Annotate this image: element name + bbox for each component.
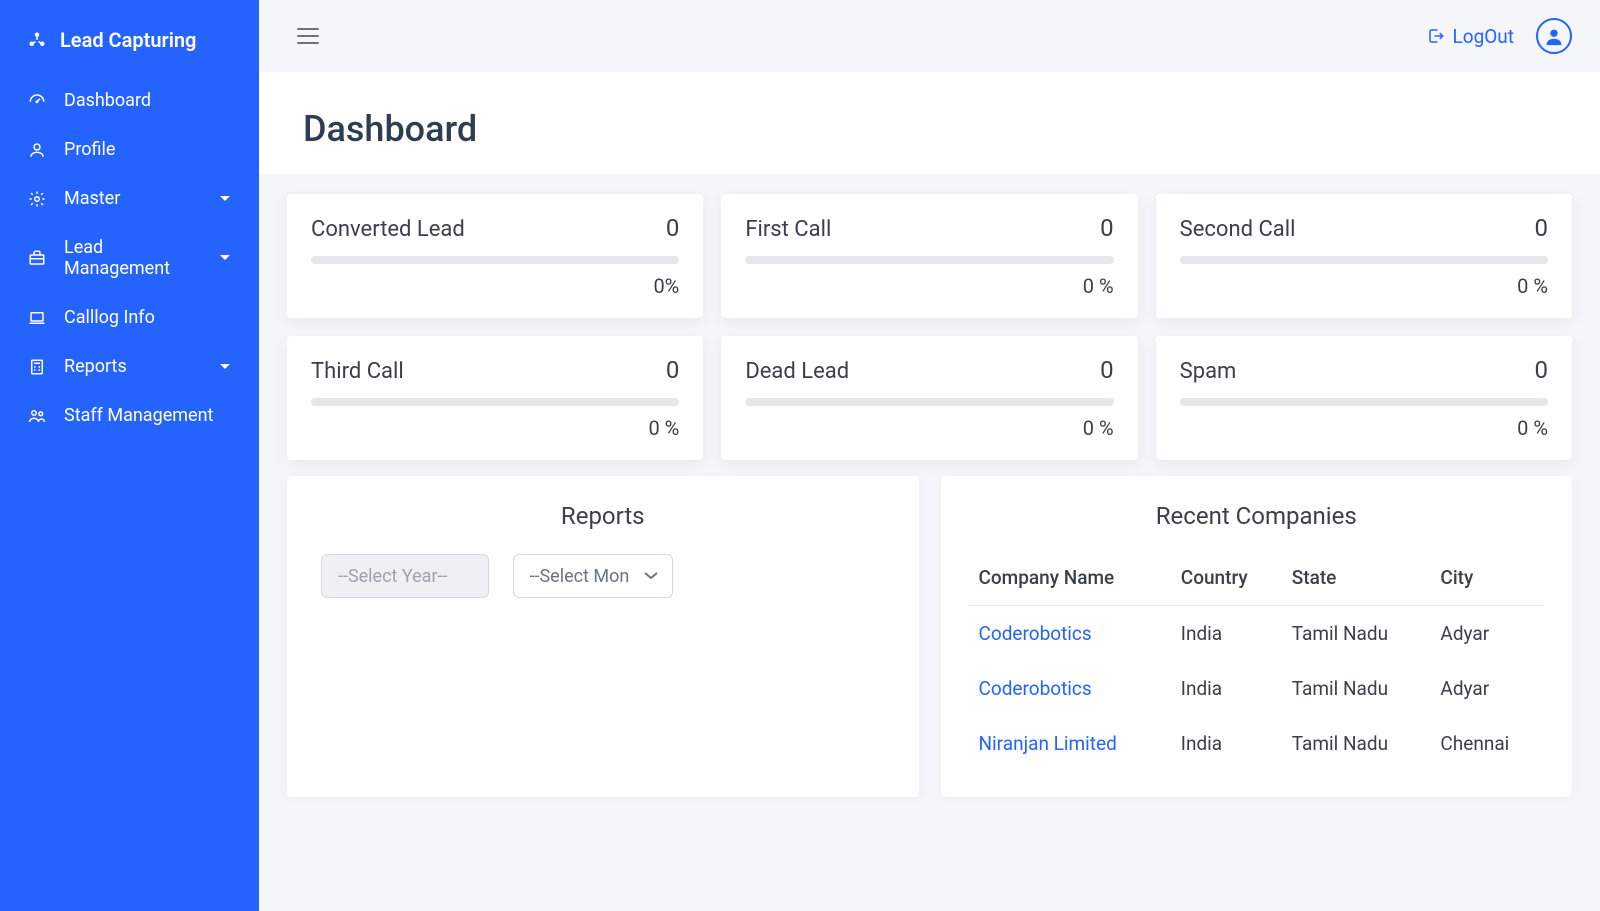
stat-label: Third Call	[311, 359, 404, 384]
company-link[interactable]: Coderobotics	[979, 677, 1092, 700]
chevron-down-icon	[219, 363, 231, 371]
stat-card-converted-lead: Converted Lead 0 0%	[287, 194, 703, 318]
cell-city: Chennai	[1430, 716, 1544, 771]
sidebar-item-label: Dashboard	[64, 90, 231, 111]
users-icon	[28, 407, 46, 425]
stat-card-dead-lead: Dead Lead 0 0 %	[721, 336, 1137, 460]
stat-percent: 0%	[311, 274, 679, 298]
stat-card-third-call: Third Call 0 0 %	[287, 336, 703, 460]
sidebar-item-calllog[interactable]: Calllog Info	[0, 293, 259, 342]
recent-companies-panel: Recent Companies Company Name Country St…	[941, 476, 1573, 797]
content-body: Converted Lead 0 0% First Call 0 0 % Secon…	[259, 174, 1600, 817]
profile-icon	[28, 141, 46, 159]
stat-progress-bar	[1180, 398, 1548, 406]
dashboard-icon	[28, 92, 46, 110]
gear-icon	[28, 190, 46, 208]
month-select[interactable]: --Select Mon	[513, 554, 673, 598]
stat-value: 0	[1535, 356, 1549, 384]
calculator-icon	[28, 358, 46, 376]
main: LogOut Dashboard Converted Lead 0 0%	[259, 0, 1600, 911]
company-link[interactable]: Niranjan Limited	[979, 732, 1117, 755]
stats-grid: Converted Lead 0 0% First Call 0 0 % Secon…	[287, 194, 1572, 460]
cell-city: Adyar	[1430, 661, 1544, 716]
chevron-down-icon	[219, 195, 231, 203]
stat-label: Converted Lead	[311, 217, 465, 242]
sidebar-item-label: Profile	[64, 139, 231, 160]
logout-button[interactable]: LogOut	[1427, 25, 1515, 48]
sidebar-item-reports[interactable]: Reports	[0, 342, 259, 391]
table-row: Coderobotics India Tamil Nadu Adyar	[969, 606, 1545, 662]
sidebar-item-dashboard[interactable]: Dashboard	[0, 76, 259, 125]
stat-value: 0	[1100, 356, 1114, 384]
logout-label: LogOut	[1453, 25, 1515, 48]
sidebar-item-label: Staff Management	[64, 405, 231, 426]
stat-percent: 0 %	[745, 274, 1113, 298]
stat-value: 0	[1100, 214, 1114, 242]
reports-panel: Reports --Select Year-- --Select Mon	[287, 476, 919, 797]
cell-state: Tamil Nadu	[1282, 661, 1431, 716]
col-company-name: Company Name	[969, 554, 1171, 606]
col-country: Country	[1171, 554, 1282, 606]
recent-companies-table: Company Name Country State City Coderobo…	[969, 554, 1545, 771]
sidebar-item-label: Calllog Info	[64, 307, 231, 328]
recent-companies-title: Recent Companies	[969, 502, 1545, 530]
stat-progress-bar	[1180, 256, 1548, 264]
sidebar-item-label: Reports	[64, 356, 205, 377]
cell-country: India	[1171, 716, 1282, 771]
stat-percent: 0 %	[1180, 416, 1548, 440]
menu-toggle-button[interactable]	[287, 18, 329, 54]
stat-percent: 0 %	[745, 416, 1113, 440]
content-header: Dashboard	[259, 72, 1600, 174]
cell-country: India	[1171, 606, 1282, 662]
chevron-down-icon	[644, 572, 658, 580]
avatar[interactable]	[1536, 18, 1572, 54]
stat-progress-bar	[311, 256, 679, 264]
year-select[interactable]: --Select Year--	[321, 554, 489, 598]
table-row: Niranjan Limited India Tamil Nadu Chenna…	[969, 716, 1545, 771]
stat-progress-bar	[745, 256, 1113, 264]
sidebar-item-profile[interactable]: Profile	[0, 125, 259, 174]
logout-icon	[1427, 27, 1445, 45]
col-state: State	[1282, 554, 1431, 606]
brand-label: Lead Capturing	[60, 28, 196, 52]
cell-state: Tamil Nadu	[1282, 606, 1431, 662]
sidebar-item-staff[interactable]: Staff Management	[0, 391, 259, 440]
stat-label: Dead Lead	[745, 359, 849, 384]
brand[interactable]: Lead Capturing	[0, 28, 259, 76]
sidebar-item-lead-management[interactable]: Lead Management	[0, 223, 259, 293]
stat-label: Spam	[1180, 359, 1237, 384]
laptop-icon	[28, 309, 46, 327]
table-row: Coderobotics India Tamil Nadu Adyar	[969, 661, 1545, 716]
stat-card-second-call: Second Call 0 0 %	[1156, 194, 1572, 318]
stat-label: First Call	[745, 217, 831, 242]
sidebar-item-label: Master	[64, 188, 205, 209]
sidebar: Lead Capturing Dashboard Profile Master	[0, 0, 259, 911]
stat-progress-bar	[745, 398, 1113, 406]
company-link[interactable]: Coderobotics	[979, 622, 1092, 645]
briefcase-icon	[28, 249, 46, 267]
stat-value: 0	[666, 356, 680, 384]
col-city: City	[1430, 554, 1544, 606]
sidebar-item-master[interactable]: Master	[0, 174, 259, 223]
avatar-icon	[1543, 25, 1565, 47]
cell-city: Adyar	[1430, 606, 1544, 662]
stat-card-first-call: First Call 0 0 %	[721, 194, 1137, 318]
month-select-placeholder: --Select Mon	[530, 566, 630, 587]
reports-title: Reports	[315, 502, 891, 530]
stat-card-spam: Spam 0 0 %	[1156, 336, 1572, 460]
stat-value: 0	[1535, 214, 1549, 242]
stat-label: Second Call	[1180, 217, 1296, 242]
cell-country: India	[1171, 661, 1282, 716]
brand-icon	[28, 31, 46, 49]
chevron-down-icon	[219, 254, 231, 262]
cell-state: Tamil Nadu	[1282, 716, 1431, 771]
stat-percent: 0 %	[1180, 274, 1548, 298]
header: LogOut	[259, 0, 1600, 72]
year-select-placeholder: --Select Year--	[338, 566, 448, 587]
stat-percent: 0 %	[311, 416, 679, 440]
stat-progress-bar	[311, 398, 679, 406]
page-title: Dashboard	[303, 108, 1556, 150]
stat-value: 0	[666, 214, 680, 242]
sidebar-item-label: Lead Management	[64, 237, 205, 279]
